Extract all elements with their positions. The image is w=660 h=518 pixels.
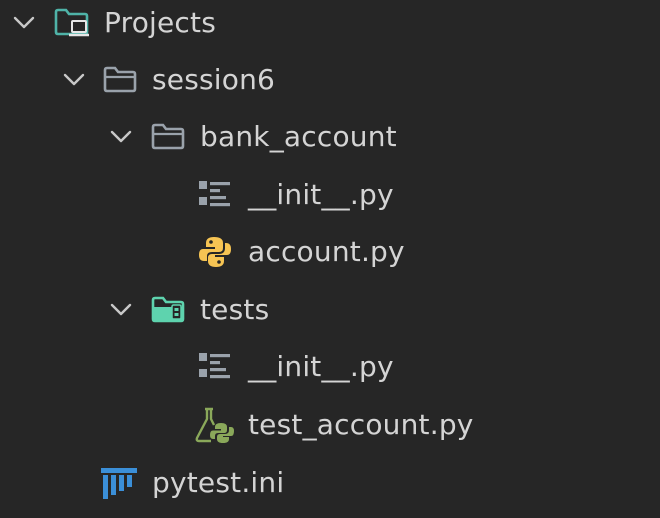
chevron-down-icon[interactable] xyxy=(109,281,133,339)
tree-label: test_account.py xyxy=(248,408,474,441)
tree-label: tests xyxy=(200,293,270,326)
project-tree: Projects session6 bank_account __init__.… xyxy=(0,0,660,518)
chevron-down-icon[interactable] xyxy=(109,108,133,166)
tree-node-bank-account[interactable]: bank_account xyxy=(0,108,660,166)
tree-node-pytest-ini[interactable]: pytest.ini xyxy=(0,454,660,512)
tree-label: pytest.ini xyxy=(152,466,285,499)
tree-node-account[interactable]: account.py xyxy=(0,223,660,281)
tree-label: bank_account xyxy=(200,120,397,153)
tree-label: account.py xyxy=(248,235,405,268)
tree-node-tests-init[interactable]: __init__.py xyxy=(0,338,660,396)
tree-label: Projects xyxy=(104,6,216,39)
init-file-icon xyxy=(198,166,238,224)
python-icon xyxy=(197,223,237,281)
pytest-icon xyxy=(100,454,140,512)
tree-label: session6 xyxy=(152,63,276,96)
tree-label: __init__.py xyxy=(248,350,394,383)
python-test-icon xyxy=(195,396,235,454)
tree-node-session6[interactable]: session6 xyxy=(0,51,660,109)
tree-node-projects[interactable]: Projects xyxy=(0,0,660,52)
folder-icon xyxy=(150,108,190,166)
init-file-icon xyxy=(198,338,238,396)
chevron-down-icon[interactable] xyxy=(62,51,86,109)
project-folder-icon xyxy=(53,0,93,52)
folder-icon xyxy=(102,51,142,109)
chevron-down-icon[interactable] xyxy=(12,0,36,52)
tree-node-bank-init[interactable]: __init__.py xyxy=(0,166,660,224)
test-folder-icon xyxy=(150,281,190,339)
tree-node-tests[interactable]: tests xyxy=(0,281,660,339)
tree-label: __init__.py xyxy=(248,178,394,211)
tree-node-test-account[interactable]: test_account.py xyxy=(0,396,660,454)
